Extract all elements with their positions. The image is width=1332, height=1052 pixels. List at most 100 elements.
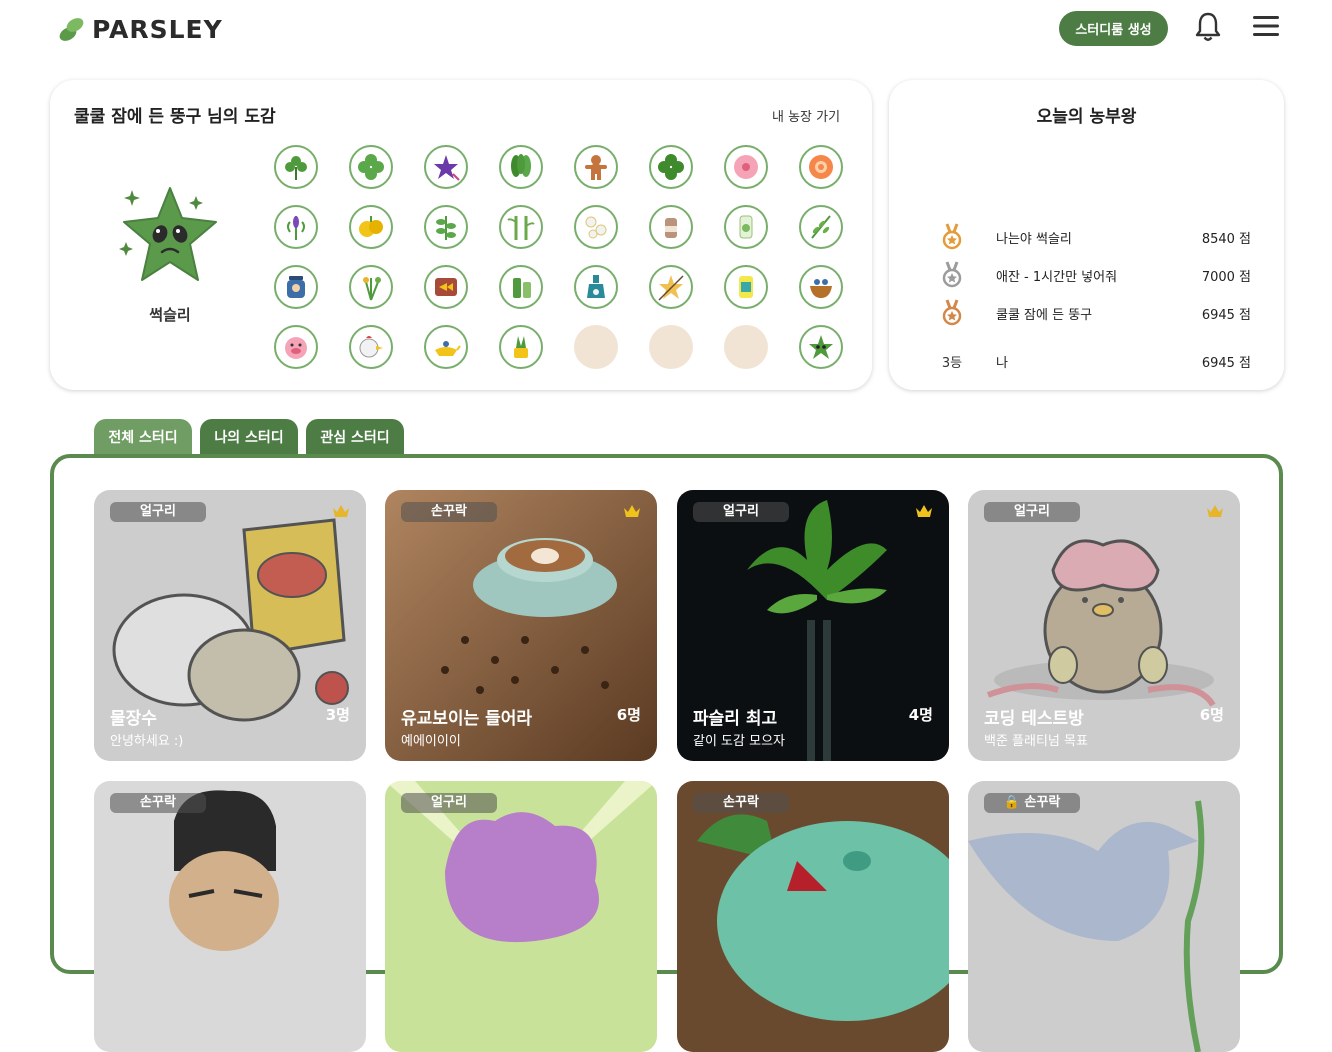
crown-icon: [1207, 505, 1223, 517]
study-badge: 🔒 손꾸락: [984, 793, 1080, 813]
study-title: 코딩 테스트방: [984, 709, 1084, 729]
bowl-icon: [810, 279, 832, 298]
pot-plant-icon: [514, 336, 528, 358]
star-anise-icon: [658, 275, 684, 301]
collection-slot[interactable]: [574, 265, 618, 309]
bronze-medal-icon: [942, 299, 962, 326]
study-card[interactable]: 손꾸락 유교보이는 들어라 6명 예에이이이: [385, 490, 657, 761]
rank-score: 7000 점: [1201, 269, 1251, 285]
collection-slot[interactable]: [274, 265, 318, 309]
member-count: 4명: [908, 706, 933, 724]
collection-slot[interactable]: [349, 325, 393, 369]
collection-slot[interactable]: [799, 205, 843, 249]
member-count: 6명: [616, 706, 641, 724]
herb-branch-icon: [811, 215, 831, 239]
collection-slot[interactable]: [349, 205, 393, 249]
study-description: 백준 플래티넘 목표: [984, 734, 1088, 749]
study-description: 예에이이이: [401, 734, 461, 749]
study-title: 물장수: [110, 709, 157, 729]
study-card[interactable]: 얼구리 코딩 테스트방 6명 백준 플래티넘 목표: [968, 490, 1240, 761]
collection-slot[interactable]: [649, 265, 693, 309]
purple-flower-icon: [434, 155, 460, 181]
collection-slot[interactable]: [799, 265, 843, 309]
collection-slot[interactable]: [424, 205, 468, 249]
study-badge: 손꾸락: [110, 793, 206, 813]
collection-slot[interactable]: [499, 205, 543, 249]
my-name: 나: [996, 355, 1008, 371]
collection-slot[interactable]: [424, 265, 468, 309]
collection-slot[interactable]: [274, 145, 318, 189]
gold-medal-icon: [942, 223, 962, 250]
collection-slot[interactable]: [724, 145, 768, 189]
rank-name: 애잔 - 1시간만 넣어줘: [996, 269, 1118, 285]
collection-slot[interactable]: [724, 265, 768, 309]
collection-slot[interactable]: [799, 145, 843, 189]
spinach-icon: [511, 154, 531, 177]
tab-my-studies[interactable]: 나의 스터디: [200, 419, 298, 454]
collection-slot[interactable]: [499, 265, 543, 309]
logo[interactable]: PARSLEY: [58, 14, 223, 44]
study-card[interactable]: 얼구리: [385, 781, 657, 1052]
hamburger-menu-icon[interactable]: [1252, 13, 1280, 39]
collection-slot[interactable]: [424, 325, 468, 369]
character-name: 썩슬리: [149, 306, 191, 324]
study-card[interactable]: 얼구리 물장수 3명 안녕하세요 :): [94, 490, 366, 761]
silver-medal-icon: [942, 261, 962, 288]
create-studyroom-button[interactable]: 스터디룸 생성: [1059, 11, 1168, 46]
crown-icon: [333, 505, 349, 517]
farmer-king-title: 오늘의 농부왕: [1036, 107, 1137, 127]
top-bar: PARSLEY 스터디룸 생성: [0, 0, 1332, 60]
crown-icon: [624, 505, 640, 517]
study-card[interactable]: 손꾸락: [94, 781, 366, 1052]
my-rank-label: 3등: [941, 355, 963, 371]
collection-slot[interactable]: [349, 265, 393, 309]
collection-slot[interactable]: [574, 205, 618, 249]
sad-star-character-icon: [119, 187, 217, 281]
collection-slot[interactable]: [649, 205, 693, 249]
collection-slot[interactable]: [499, 145, 543, 189]
bamboo-icon: [507, 216, 535, 240]
clover-icon: [658, 154, 684, 180]
rank-row-1: 나는야 썩슬리 8540 점: [941, 223, 1253, 250]
go-to-farm-link[interactable]: 내 농장 가기: [772, 106, 840, 125]
yellow-fruit-icon: [359, 216, 383, 237]
tab-all-studies[interactable]: 전체 스터디: [94, 419, 192, 454]
study-badge: 손꾸락: [693, 793, 789, 813]
study-description: 같이 도감 모으자: [693, 734, 785, 749]
study-card[interactable]: 🔒 손꾸락: [968, 781, 1240, 1052]
collection-slot[interactable]: [274, 205, 318, 249]
collection-title: 쿨쿨 잠에 든 뚱구 님의 도감: [74, 107, 276, 127]
drink-icon: [739, 215, 753, 239]
collection-slot[interactable]: [649, 145, 693, 189]
study-title: 파슬리 최고: [693, 709, 778, 729]
empty-collection-slot[interactable]: [724, 325, 768, 369]
juice-can-icon: [739, 276, 753, 298]
empty-collection-slot[interactable]: [649, 325, 693, 369]
tab-favorite-studies[interactable]: 관심 스터디: [306, 419, 404, 454]
collection-slot[interactable]: [424, 145, 468, 189]
collection-slot[interactable]: [499, 325, 543, 369]
study-card[interactable]: 얼구리 파슬리 최고 4명 같이 도감 모으자: [677, 490, 949, 761]
farmer-king-card: 오늘의 농부왕 나는야 썩슬리 8540 점 애잔 - 1시간만 넣어줘 700…: [889, 80, 1284, 390]
collection-slot[interactable]: [574, 145, 618, 189]
badge-label: 손꾸락: [1024, 795, 1061, 810]
collection-slot[interactable]: [349, 145, 393, 189]
study-board: 얼구리 물장수 3명 안녕하세요 :) 손꾸락 유교보이는 들어라 6명 예에이…: [50, 454, 1283, 1052]
bell-icon[interactable]: [1194, 11, 1222, 43]
study-badge: 얼구리: [401, 793, 497, 813]
study-tabs: 전체 스터디 나의 스터디 관심 스터디: [94, 419, 404, 454]
member-count: 6명: [1199, 706, 1224, 724]
fish-can-icon: [435, 278, 457, 296]
bottles-icon: [513, 278, 531, 298]
collection-slot[interactable]: [724, 205, 768, 249]
herb-bouquet-icon: [363, 277, 381, 301]
parsley-logo-icon: [59, 18, 84, 41]
study-card[interactable]: 손꾸락: [677, 781, 949, 1052]
rank-name: 나는야 썩슬리: [996, 231, 1072, 247]
empty-collection-slot[interactable]: [574, 325, 618, 369]
study-title: 유교보이는 들어라: [401, 709, 533, 729]
collection-slot[interactable]: [799, 325, 843, 369]
collection-slot[interactable]: [274, 325, 318, 369]
pig-icon: [285, 337, 307, 359]
rank-score: 8540 점: [1201, 231, 1251, 247]
